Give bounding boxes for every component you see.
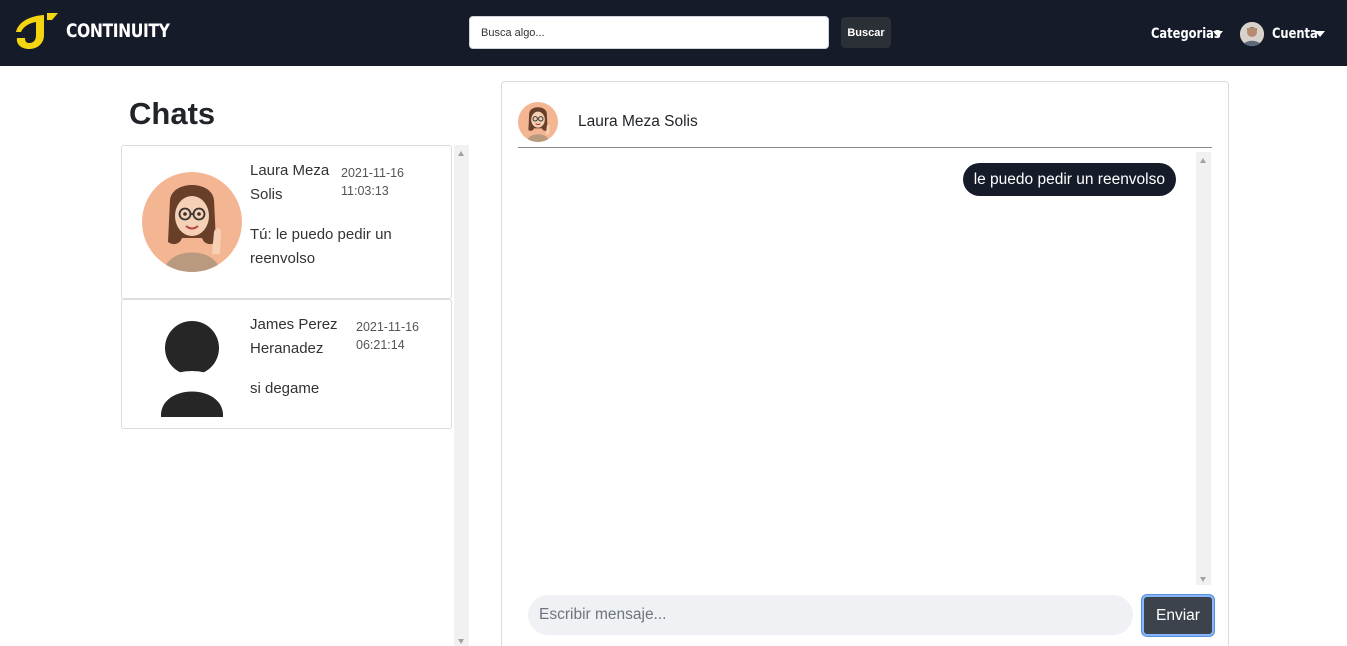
chevron-down-icon	[1315, 31, 1325, 37]
chat-contact-name: James Perez Heranadez	[250, 316, 338, 357]
message-input[interactable]	[528, 595, 1133, 635]
chat-preview: si degame	[250, 380, 320, 397]
conversation-header: Laura Meza Solis	[518, 102, 1212, 148]
bitmoji-woman-icon	[518, 102, 558, 142]
brand-name: CONTINUITY	[66, 20, 170, 42]
message-list: le puedo pedir un reenvolso	[518, 152, 1195, 585]
brand[interactable]: CONTINUITY	[14, 11, 192, 51]
scroll-down-arrow-icon[interactable]	[458, 639, 464, 644]
scroll-up-arrow-icon[interactable]	[1200, 158, 1206, 163]
scroll-down-arrow-icon[interactable]	[1200, 577, 1206, 582]
chat-time: 06:21:14	[356, 338, 405, 352]
default-avatar	[144, 313, 250, 419]
account-label: Cuenta	[1272, 26, 1318, 42]
conversation-contact-name: Laura Meza Solis	[578, 113, 698, 130]
scroll-up-arrow-icon[interactable]	[458, 151, 464, 156]
person-silhouette-icon	[160, 321, 224, 417]
bitmoji-avatar	[142, 172, 242, 272]
chat-date: 2021-11-16	[341, 166, 405, 180]
continuity-logo-icon	[16, 13, 58, 49]
chevron-down-icon	[1213, 31, 1223, 37]
chat-list-scrollbar[interactable]	[454, 145, 469, 646]
chat-timestamp: 2021-11-16 11:03:13	[341, 164, 421, 200]
categories-dropdown[interactable]: Categorias	[1151, 22, 1236, 46]
search-button[interactable]: Buscar	[841, 17, 891, 48]
bitmoji-woman-icon	[142, 172, 242, 272]
user-avatar	[1240, 22, 1264, 46]
user-photo-icon	[1240, 22, 1264, 46]
chat-item-james[interactable]: James Perez Heranadez 2021-11-16 06:21:1…	[121, 299, 452, 429]
chat-date: 2021-11-16	[356, 320, 420, 334]
message-bubble-sent: le puedo pedir un reenvolso	[962, 163, 1176, 196]
message-list-scrollbar[interactable]	[1196, 152, 1211, 585]
chats-title: Chats	[129, 96, 216, 131]
send-button[interactable]: Enviar	[1142, 595, 1214, 636]
chat-time: 11:03:13	[341, 184, 389, 198]
top-navbar: CONTINUITY Buscar Categorias Cuenta	[0, 0, 1347, 66]
conversation-panel: Laura Meza Solis le puedo pedir un reenv…	[501, 81, 1229, 646]
categories-label: Categorias	[1151, 26, 1221, 42]
account-dropdown[interactable]: Cuenta	[1240, 22, 1328, 46]
contact-avatar	[518, 102, 558, 142]
chat-timestamp: 2021-11-16 06:21:14	[356, 318, 436, 354]
search-input[interactable]	[469, 16, 829, 49]
chat-preview: Tú: le puedo pedir un reenvolso	[250, 226, 392, 267]
chat-item-laura[interactable]: Laura Meza Solis 2021-11-16 11:03:13 Tú:…	[121, 145, 452, 299]
chat-contact-name: Laura Meza Solis	[250, 162, 330, 203]
